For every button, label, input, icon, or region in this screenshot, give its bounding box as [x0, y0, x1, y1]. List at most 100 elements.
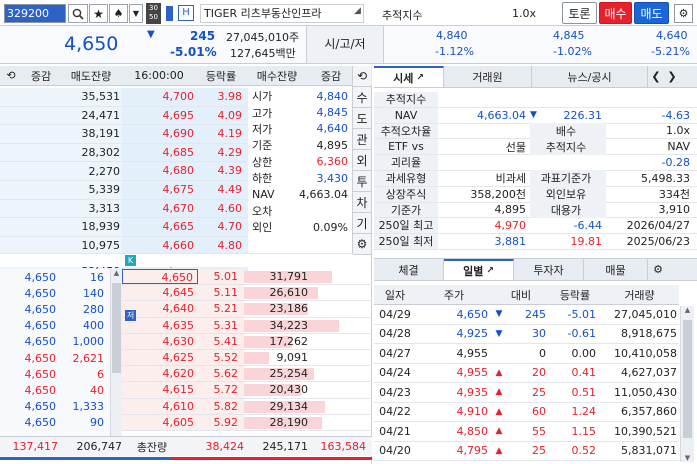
vtab-item[interactable]: 관 [353, 129, 371, 150]
open-high-low-button[interactable]: 시/고/저 [306, 26, 384, 63]
period-badge-icon[interactable]: 30 50 [146, 3, 161, 24]
settings-icon-2[interactable]: ⚙ [648, 263, 668, 276]
star-icon[interactable]: ★ [89, 4, 108, 23]
ask-price[interactable]: 4,665 [122, 218, 198, 236]
discuss-button[interactable]: 토론 [562, 2, 597, 24]
popout-icon-2[interactable]: ↗ [486, 266, 494, 276]
ask-row[interactable]: 35,531 4,700 3.98 [0, 88, 248, 107]
daily-row[interactable]: 04/27 4,955 0 0.00 10,410,058 [374, 344, 679, 364]
daily-row[interactable]: 04/29 4,650 ▼ 245 -5.01 27,045,010 [374, 305, 679, 325]
bid-row[interactable]: 4,620 5.62 25,254 [122, 366, 372, 383]
bid-price[interactable]: 4,620 [122, 366, 198, 382]
bid-price[interactable]: 4,630 [122, 333, 198, 349]
tab-supply[interactable]: 매물 [584, 259, 648, 280]
ask-row[interactable]: 5,339 4,675 4.49 [0, 180, 248, 200]
bid-row[interactable]: 4,640 5.21 23,186 [122, 301, 372, 318]
tab-investor[interactable]: 투자자 [514, 259, 584, 280]
vtab-settings-icon[interactable]: ⚙ [353, 234, 371, 255]
bid-price[interactable]: 4,610 [122, 398, 198, 414]
ask-row[interactable]: 18,939 4,665 4.70 [0, 218, 248, 237]
daily-row[interactable]: 04/28 4,925 ▼ 30 -0.61 8,918,675 [374, 325, 679, 344]
bid-row[interactable]: 4,635 5.31 34,223 [122, 317, 372, 334]
bid-rate: 5.82 [198, 398, 244, 414]
daily-scrollbar[interactable]: ▲ ▼ [680, 306, 694, 462]
daily-row[interactable]: 04/23 4,935 ▲ 25 0.51 11,050,430 [374, 383, 679, 403]
ask-row[interactable]: 28,302 4,685 4.29 [0, 143, 248, 163]
daily-change: 245 [525, 307, 546, 321]
daily-price: 4,850 [456, 424, 489, 438]
bid-row[interactable]: 4,630 5.41 17,262 [122, 333, 372, 350]
ask-row[interactable]: 24,471 4,695 4.09 [0, 106, 248, 126]
refresh-icon[interactable]: ⟲ [0, 69, 22, 82]
bid-qty: 26,610 [269, 286, 309, 300]
daily-row[interactable]: 04/24 4,955 ▲ 20 0.41 4,627,037 [374, 364, 679, 383]
bid-row[interactable]: 4,650 5.01 31,791 [122, 269, 372, 286]
expand-icon[interactable]: ◢ [354, 6, 361, 16]
up-arrow-icon: ▲ [495, 426, 503, 437]
daily-price: 4,925 [456, 327, 489, 341]
ask-price[interactable]: 4,670 [122, 199, 198, 218]
dropdown-icon[interactable]: ▼ [129, 4, 143, 23]
info-key: 상한 [252, 155, 273, 169]
daily-volume: 11,050,430 [614, 385, 677, 399]
search-icon[interactable] [68, 4, 88, 23]
vtab-item[interactable]: 기 [353, 213, 371, 234]
tab-daily[interactable]: 일별 ↗ [444, 259, 514, 280]
sell-button[interactable]: 매도 [634, 2, 669, 24]
daily-row[interactable]: 04/21 4,850 ▲ 55 1.15 10,390,521 [374, 422, 679, 442]
bid-price[interactable]: 4,615 [122, 382, 198, 398]
tab-brokers[interactable]: 거래원 [444, 66, 532, 87]
ask-price[interactable]: 4,675 [122, 180, 198, 199]
bid-qty: 28,190 [269, 415, 309, 429]
ask-row[interactable]: 3,313 4,670 4.60 [0, 199, 248, 219]
vtab-item[interactable]: 투 [353, 171, 371, 192]
stock-code-input[interactable]: 329200 [4, 4, 66, 23]
ask-price[interactable]: 4,695 [122, 106, 198, 125]
bid-row[interactable]: 4,610 5.82 29,134 [122, 398, 372, 415]
daily-change: 30 [532, 327, 546, 341]
tab-trades[interactable]: 체결 [374, 259, 444, 280]
vtab-item[interactable]: 외 [353, 150, 371, 171]
spade-icon[interactable]: ♠ [109, 4, 128, 23]
vtab-item[interactable]: 차 [353, 192, 371, 213]
tab-quote[interactable]: 시세 ↗ [374, 66, 444, 87]
tab-news[interactable]: 뉴스/공시 [532, 66, 648, 87]
daily-change: 0 [539, 346, 546, 360]
daily-row[interactable]: 04/22 4,910 ▲ 60 1.24 6,357,860 [374, 403, 679, 422]
info-value: 4,640 [316, 122, 349, 136]
bid-row[interactable]: 4,605 5.92 28,190 [122, 414, 372, 431]
vtab-refresh-icon[interactable]: ⟲ [353, 66, 371, 87]
bid-price[interactable]: 4,650 [122, 269, 198, 285]
tick-qty: 400 [83, 319, 104, 333]
settings-icon[interactable]: ⚙ [674, 4, 693, 23]
daily-tabs: 체결 일별 ↗ 투자자 매물 ⚙ [374, 259, 697, 281]
bid-price[interactable]: 4,625 [122, 349, 198, 366]
next-icon[interactable]: ❯ [664, 70, 680, 83]
vtab-item[interactable]: 도 [353, 108, 371, 129]
info-row: 시가 4,840 [248, 88, 352, 104]
ask-row[interactable]: 2,270 4,680 4.39 [0, 162, 248, 181]
bid-row[interactable]: 4,645 5.11 26,610 [122, 285, 372, 302]
tick-row: 4,650 140 [0, 285, 110, 301]
ask-price[interactable]: 4,660 [122, 236, 198, 255]
bid-row[interactable]: 4,615 5.72 20,430 [122, 382, 372, 399]
prev-icon[interactable]: ❮ [648, 70, 664, 83]
tick-scrollbar[interactable]: ▲ ▼ [110, 269, 122, 444]
daily-volume: 8,918,675 [621, 327, 677, 341]
daily-row[interactable]: 04/20 4,795 ▲ 25 0.52 5,831,071 [374, 442, 679, 461]
vtab-item[interactable]: 수 [353, 87, 371, 108]
buy-button[interactable]: 매수 [599, 2, 632, 24]
ask-row[interactable]: 38,191 4,690 4.19 [0, 125, 248, 144]
stock-name[interactable]: TIGER 리츠부동산인프라 [200, 4, 364, 23]
ask-price[interactable]: 4,680 [122, 162, 198, 180]
bid-qty: 9,091 [276, 350, 309, 364]
popout-icon[interactable]: ↗ [416, 73, 424, 83]
ask-price[interactable]: 4,685 [122, 143, 198, 162]
bid-row[interactable]: 4,625 5.52 9,091 [122, 349, 372, 367]
ask-price[interactable]: 4,690 [122, 125, 198, 143]
tick-price: 4,650 [24, 416, 57, 430]
bid-price[interactable]: 4,645 [122, 285, 198, 301]
bid-price[interactable]: 4,605 [122, 414, 198, 430]
tick-qty: 280 [83, 302, 104, 316]
ask-price[interactable]: 4,700 [122, 88, 198, 106]
